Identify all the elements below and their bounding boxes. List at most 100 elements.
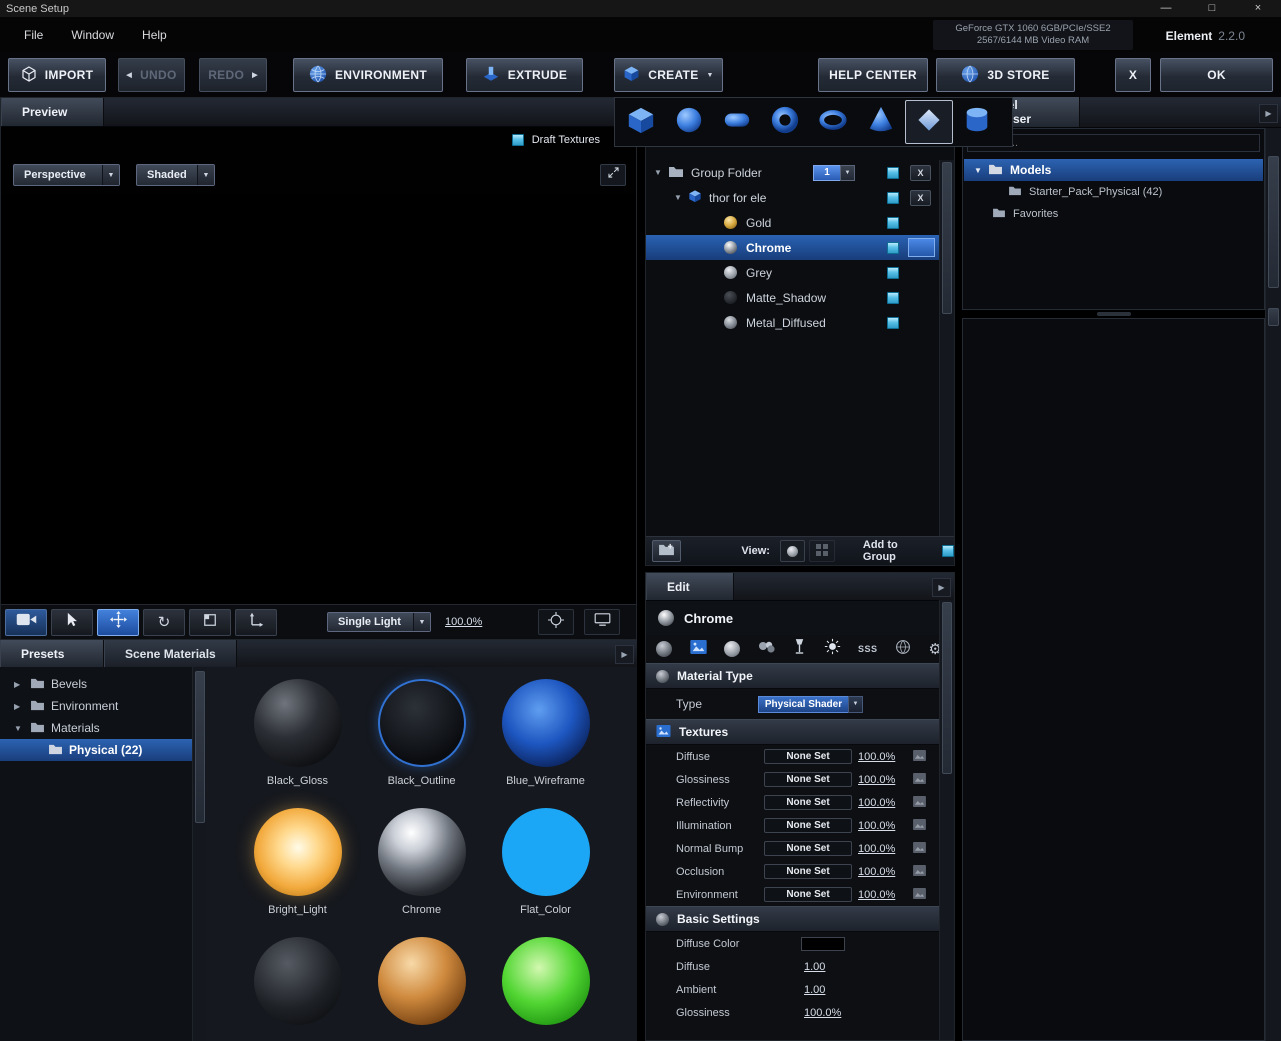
- tab-presets[interactable]: Presets: [0, 640, 104, 667]
- textures-icon[interactable]: [689, 639, 707, 659]
- scene-row-group-folder[interactable]: ▼ Group Folder 1 ▼ X: [646, 160, 940, 185]
- texture-slot-button[interactable]: None Set: [764, 864, 852, 879]
- panel-expand-icon[interactable]: ▶: [1259, 104, 1278, 123]
- environment-button[interactable]: ENVIRONMENT: [293, 58, 443, 92]
- tab-edit[interactable]: Edit: [646, 573, 734, 600]
- reset-view-button[interactable]: [538, 609, 574, 635]
- light-bulb-icon[interactable]: [824, 638, 841, 660]
- add-to-group-checkbox[interactable]: [942, 545, 955, 557]
- create-plane-option[interactable]: [905, 100, 953, 144]
- group-count-dropdown[interactable]: 1 ▼: [813, 164, 855, 181]
- browser-scrollbar[interactable]: [1265, 128, 1281, 1041]
- scene-row-material[interactable]: Gold: [646, 210, 940, 235]
- panel-expand-icon[interactable]: ▶: [615, 645, 634, 664]
- menu-file[interactable]: File: [14, 26, 53, 44]
- scene-row-material[interactable]: Matte_Shadow: [646, 285, 940, 310]
- tree-item-bevels[interactable]: ▶ Bevels: [0, 667, 192, 695]
- texture-slot-button[interactable]: None Set: [764, 772, 852, 787]
- texture-thumb-icon[interactable]: [913, 772, 926, 787]
- material-tile[interactable]: Chrome: [360, 808, 484, 917]
- material-tile[interactable]: Blue_Wireframe: [484, 679, 608, 788]
- tree-item-materials[interactable]: ▼ Materials: [0, 717, 192, 739]
- create-button[interactable]: CREATE ▼: [614, 58, 723, 92]
- material-sphere-copper[interactable]: [377, 937, 466, 1025]
- menu-help[interactable]: Help: [132, 26, 177, 44]
- collapsed-arrow-icon[interactable]: ▶: [14, 702, 26, 711]
- browser-divider[interactable]: [962, 310, 1265, 318]
- material-sphere-blue-wireframe[interactable]: [501, 679, 590, 767]
- shading-icon[interactable]: [724, 641, 740, 657]
- texture-thumb-icon[interactable]: [913, 887, 926, 902]
- material-sphere-green[interactable]: [501, 937, 590, 1025]
- environment-globe-icon[interactable]: [895, 639, 911, 660]
- undo-button[interactable]: ◀ UNDO: [118, 58, 185, 92]
- cancel-button[interactable]: X: [1115, 58, 1151, 92]
- expanded-arrow-icon[interactable]: ▼: [974, 166, 986, 175]
- expanded-arrow-icon[interactable]: ▼: [654, 168, 666, 177]
- texture-thumb-icon[interactable]: [913, 864, 926, 879]
- texture-percent-link[interactable]: 100.0%: [858, 843, 895, 855]
- material-visibility-checkbox[interactable]: [887, 266, 899, 279]
- material-tile[interactable]: Black_Outline: [360, 679, 484, 788]
- camera-tool-button[interactable]: [5, 608, 47, 636]
- scene-row-material-selected[interactable]: Chrome: [646, 235, 940, 260]
- material-tile[interactable]: Bright_Light: [236, 808, 360, 917]
- material-visibility-checkbox[interactable]: [887, 241, 899, 254]
- material-sphere-black-gloss[interactable]: [253, 679, 342, 767]
- render-view-button[interactable]: [584, 609, 620, 635]
- tree-item-physical[interactable]: Physical (22): [0, 739, 192, 761]
- scene-row-object[interactable]: ▼ thor for ele X: [646, 185, 940, 210]
- move-tool-button[interactable]: [97, 608, 139, 636]
- material-sphere-black-outline[interactable]: [377, 679, 466, 767]
- texture-thumb-icon[interactable]: [913, 841, 926, 856]
- group-delete-button[interactable]: X: [910, 164, 931, 181]
- object-visibility-checkbox[interactable]: [887, 191, 899, 204]
- material-visibility-checkbox[interactable]: [887, 316, 899, 329]
- draft-textures-checkbox[interactable]: [511, 134, 524, 146]
- material-tile[interactable]: Flat_Color: [484, 808, 608, 917]
- texture-slot-button[interactable]: None Set: [764, 818, 852, 833]
- scene-row-material[interactable]: Metal_Diffused: [646, 310, 940, 335]
- view-list-toggle[interactable]: [809, 540, 835, 562]
- material-tile[interactable]: [484, 937, 608, 1041]
- create-cone-option[interactable]: [857, 100, 905, 144]
- rotate-tool-button[interactable]: ↻: [143, 608, 185, 636]
- texture-percent-link[interactable]: 100.0%: [858, 889, 895, 901]
- preview-zoom-link[interactable]: 100.0%: [445, 616, 482, 628]
- panel-expand-icon[interactable]: ▶: [932, 578, 951, 597]
- material-tile[interactable]: [236, 937, 360, 1041]
- create-torus-option[interactable]: [809, 100, 857, 144]
- diffuse-color-swatch[interactable]: [801, 936, 845, 951]
- viewport[interactable]: [1, 194, 636, 605]
- group-visibility-checkbox[interactable]: [887, 166, 899, 179]
- browser-item-starter-pack[interactable]: Starter_Pack_Physical (42): [964, 181, 1263, 203]
- material-visibility-checkbox[interactable]: [887, 216, 899, 229]
- tab-preview[interactable]: Preview: [1, 98, 104, 126]
- texture-percent-link[interactable]: 100.0%: [858, 820, 895, 832]
- edit-scrollbar[interactable]: [939, 600, 954, 1040]
- menu-window[interactable]: Window: [61, 26, 124, 44]
- texture-slot-button[interactable]: None Set: [764, 749, 852, 764]
- object-delete-button[interactable]: X: [910, 189, 931, 206]
- presets-scrollbar[interactable]: [192, 667, 207, 1041]
- material-tile[interactable]: Black_Gloss: [236, 679, 360, 788]
- camera-mode-dropdown[interactable]: Perspective ▼: [13, 164, 120, 186]
- material-sphere-dark[interactable]: [253, 937, 342, 1025]
- glossiness-value-link[interactable]: 100.0%: [804, 1007, 841, 1019]
- texture-slot-button[interactable]: None Set: [764, 841, 852, 856]
- frame-tool-button[interactable]: [189, 608, 231, 636]
- create-capsule-option[interactable]: [713, 100, 761, 144]
- collapsed-arrow-icon[interactable]: ▶: [14, 680, 26, 689]
- create-cylinder-option[interactable]: [953, 100, 1001, 144]
- material-visibility-checkbox[interactable]: [887, 291, 899, 304]
- texture-percent-link[interactable]: 100.0%: [858, 751, 895, 763]
- lamp-icon[interactable]: [793, 638, 806, 660]
- transform-axis-button[interactable]: [235, 608, 277, 636]
- browser-item-models[interactable]: ▼ Models: [964, 159, 1263, 181]
- browser-item-favorites[interactable]: Favorites: [964, 203, 1263, 225]
- store-button[interactable]: 3D STORE: [936, 58, 1075, 92]
- texture-slot-button[interactable]: None Set: [764, 795, 852, 810]
- sss-icon[interactable]: SSS: [858, 644, 878, 654]
- material-icon[interactable]: [656, 641, 672, 657]
- texture-thumb-icon[interactable]: [913, 818, 926, 833]
